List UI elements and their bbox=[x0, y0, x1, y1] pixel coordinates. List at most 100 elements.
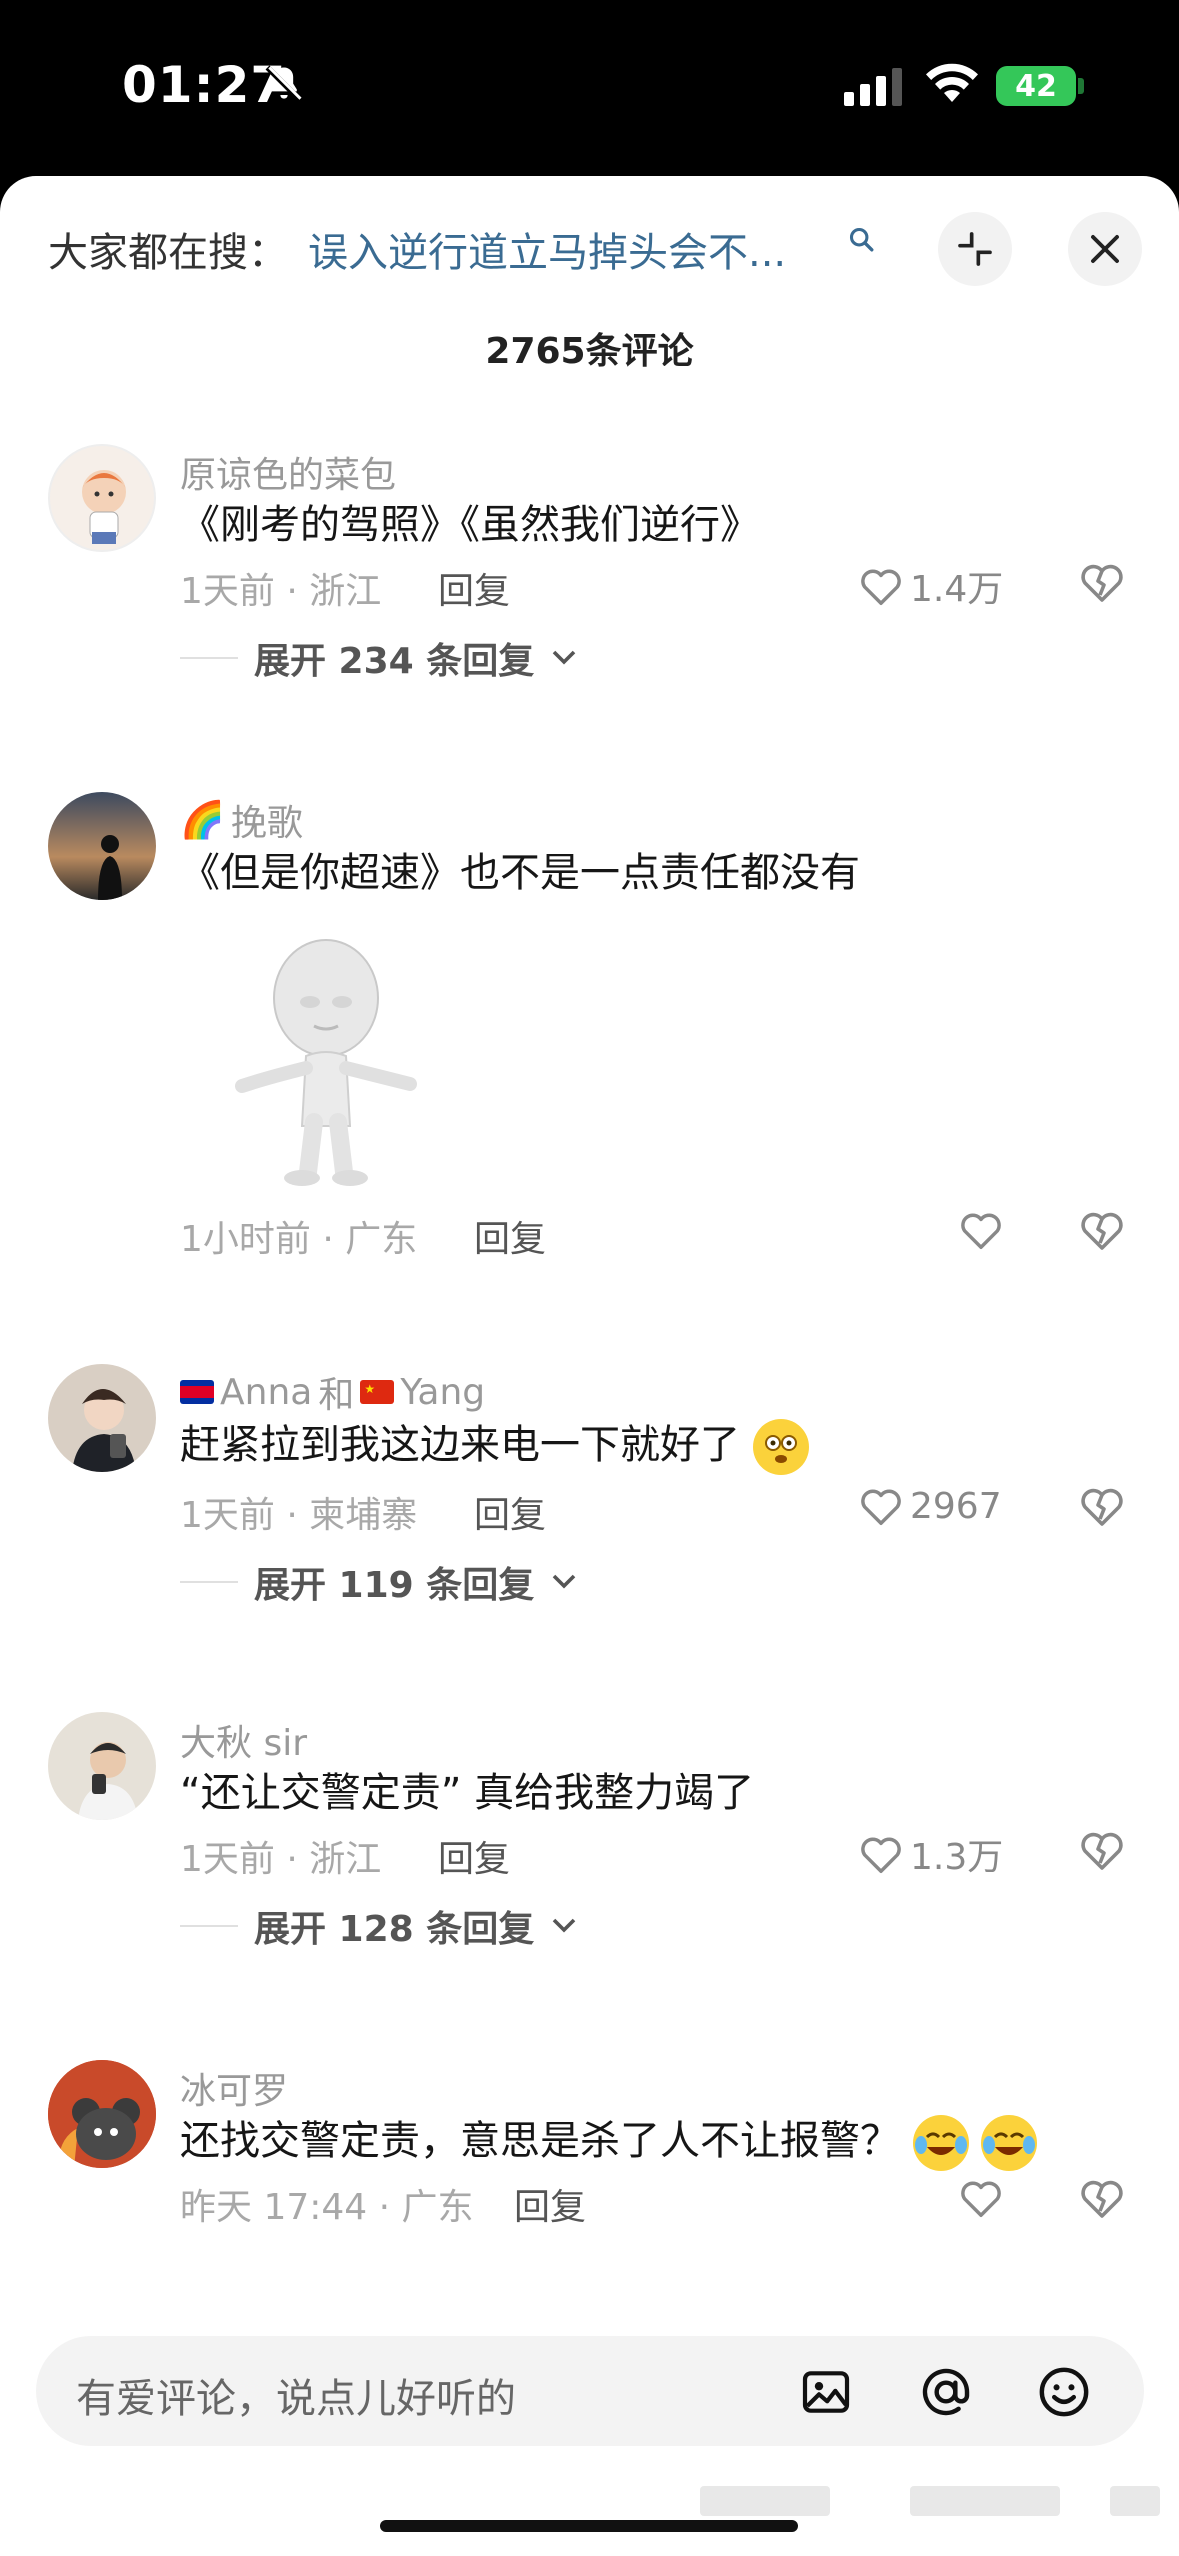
search-suggestion-row[interactable]: 大家都在搜： 误入逆行道立马掉头会不... bbox=[0, 176, 1179, 326]
comment-username[interactable]: Anna 和 ★ Yang bbox=[180, 1366, 485, 1418]
reply-button[interactable]: 回复 bbox=[514, 2178, 586, 2230]
comment-text-body: 赶紧拉到我这边来电一下就好了 bbox=[180, 1422, 740, 1468]
comment-text-body: 还找交警定责，意思是杀了人不让报警？ bbox=[180, 2118, 900, 2164]
watermark-blur bbox=[700, 2486, 830, 2516]
like-count: 1.4万 bbox=[910, 569, 1004, 610]
battery-cap bbox=[1078, 78, 1084, 94]
dislike-broken-heart-icon[interactable] bbox=[1078, 1828, 1126, 1872]
battery-level: 42 bbox=[1015, 68, 1057, 104]
comment-item: 原谅色的菜包 《刚考的驾照》《虽然我们逆行》 1天前 · 浙江 回复 1.4万 … bbox=[0, 436, 1179, 682]
username-text[interactable]: 冰可罗 bbox=[180, 2062, 288, 2114]
comment-text: 《刚考的驾照》《虽然我们逆行》 bbox=[180, 502, 760, 548]
username-text[interactable]: 原谅色的菜包 bbox=[180, 446, 396, 498]
wifi-icon bbox=[926, 63, 978, 102]
comment-meta: 1小时前 · 广东 bbox=[180, 1219, 418, 1260]
username-part2[interactable]: Yang bbox=[400, 1372, 485, 1413]
comment-item: 🌈 挽歌 《但是你超速》也不是一点责任都没有 1小时前 · 广东 回复 bbox=[0, 784, 1179, 1284]
comment-meta: 昨天 17:44 · 广东 bbox=[180, 2187, 474, 2228]
like-button[interactable]: 1.4万 bbox=[858, 560, 1003, 612]
expand-divider bbox=[180, 1581, 238, 1583]
avatar[interactable] bbox=[48, 792, 156, 900]
close-button[interactable] bbox=[1068, 212, 1142, 286]
username-join: 和 bbox=[318, 1375, 355, 1416]
expand-divider bbox=[180, 1925, 238, 1927]
chevron-down-icon bbox=[552, 650, 576, 665]
rainbow-emoji: 🌈 bbox=[180, 800, 225, 841]
expand-replies-label[interactable]: 展开 234 条回复 bbox=[254, 632, 534, 684]
comment-text: 《但是你超速》也不是一点责任都没有 bbox=[180, 850, 860, 896]
avatar-cartoon-mouse bbox=[48, 2060, 156, 2168]
expand-replies-label[interactable]: 展开 119 条回复 bbox=[254, 1556, 534, 1608]
sticker-3d-figure-shrug[interactable] bbox=[196, 922, 456, 1192]
comment-username[interactable]: 大秋 sir bbox=[180, 1714, 307, 1766]
china-flag-icon: ★ bbox=[360, 1380, 395, 1404]
home-indicator[interactable] bbox=[380, 2520, 798, 2532]
reply-button[interactable]: 回复 bbox=[474, 1486, 546, 1538]
cambodia-flag-icon bbox=[180, 1380, 214, 1404]
comment-item: 冰可罗 还找交警定责，意思是杀了人不让报警？ 昨天 17:44 · 广东 回复 bbox=[0, 2052, 1179, 2252]
tears-of-joy-emoji bbox=[912, 2115, 969, 2171]
watermark-blur bbox=[1110, 2486, 1160, 2516]
chevron-down-icon bbox=[552, 1574, 576, 1589]
heart-icon bbox=[861, 1489, 901, 1525]
comment-meta: 1天前 · 柬埔寨 bbox=[180, 1495, 418, 1536]
expand-replies[interactable]: 展开 119 条回复 bbox=[180, 1556, 578, 1608]
comment-username[interactable]: 冰可罗 bbox=[180, 2062, 288, 2114]
avatar[interactable] bbox=[48, 444, 156, 552]
heart-icon bbox=[961, 1213, 1001, 1249]
username-text[interactable]: 大秋 sir bbox=[180, 1714, 307, 1766]
image-icon[interactable] bbox=[798, 2364, 854, 2420]
heart-icon bbox=[961, 2181, 1001, 2217]
comment-item: Anna 和 ★ Yang 赶紧拉到我这边来电一下就好了 1天前 · 柬埔寨 回… bbox=[0, 1356, 1179, 1606]
comment-input-bar[interactable]: 有爱评论，说点儿好听的 bbox=[36, 2336, 1144, 2446]
avatar-cartoon-girl bbox=[82, 470, 126, 544]
like-button[interactable] bbox=[958, 1208, 1010, 1252]
heart-icon bbox=[861, 569, 901, 605]
username-part1[interactable]: Anna bbox=[220, 1372, 312, 1413]
dizzy-face-emoji bbox=[752, 1419, 809, 1475]
search-prefix-label: 大家都在搜： bbox=[48, 230, 288, 276]
expand-divider bbox=[180, 657, 238, 659]
dislike-broken-heart-icon[interactable] bbox=[1078, 1208, 1126, 1252]
watermark-blur bbox=[910, 2486, 1060, 2516]
comment-count: 2765条评论 bbox=[485, 331, 694, 372]
dislike-broken-heart-icon[interactable] bbox=[1078, 1484, 1126, 1528]
comment-username[interactable]: 原谅色的菜包 bbox=[180, 446, 396, 498]
mention-at-icon[interactable] bbox=[918, 2364, 974, 2420]
comment-text: 赶紧拉到我这边来电一下就好了 bbox=[180, 1412, 809, 1475]
like-button[interactable]: 2967 bbox=[858, 1484, 1002, 1528]
heart-icon bbox=[861, 1837, 901, 1873]
avatar-man-selfie bbox=[78, 1742, 138, 1820]
reply-button[interactable]: 回复 bbox=[438, 562, 510, 614]
comment-meta: 1天前 · 浙江 bbox=[180, 571, 382, 612]
avatar[interactable] bbox=[48, 2060, 156, 2168]
like-count: 1.3万 bbox=[910, 1837, 1004, 1878]
comment-username[interactable]: 🌈 挽歌 bbox=[180, 794, 303, 846]
dislike-broken-heart-icon[interactable] bbox=[1078, 2176, 1126, 2220]
search-icon[interactable] bbox=[848, 226, 876, 254]
chevron-down-icon bbox=[552, 1918, 576, 1933]
expand-replies-label[interactable]: 展开 128 条回复 bbox=[254, 1900, 534, 1952]
like-button[interactable] bbox=[958, 2176, 1010, 2220]
bell-muted-icon bbox=[265, 65, 303, 103]
expand-replies[interactable]: 展开 128 条回复 bbox=[180, 1900, 578, 1952]
like-button[interactable]: 1.3万 bbox=[858, 1828, 1003, 1880]
emoji-smile-icon[interactable] bbox=[1036, 2364, 1092, 2420]
tears-of-joy-emoji bbox=[981, 2115, 1038, 2171]
reply-button[interactable]: 回复 bbox=[438, 1830, 510, 1882]
reply-button[interactable]: 回复 bbox=[474, 1210, 546, 1262]
comment-item: 大秋 sir “还让交警定责” 真给我整力竭了 1天前 · 浙江 回复 1.3万… bbox=[0, 1704, 1179, 1950]
collapse-button[interactable] bbox=[938, 212, 1012, 286]
username-text[interactable]: 挽歌 bbox=[231, 794, 303, 846]
avatar[interactable] bbox=[48, 1712, 156, 1820]
search-suggestion-link[interactable]: 误入逆行道立马掉头会不... bbox=[308, 220, 786, 278]
avatar-silhouette bbox=[98, 835, 122, 900]
comment-input-placeholder[interactable]: 有爱评论，说点儿好听的 bbox=[76, 2366, 516, 2424]
collapse-icon bbox=[958, 232, 992, 266]
like-count: 2967 bbox=[910, 1485, 1002, 1527]
comments-sheet: 大家都在搜： 误入逆行道立马掉头会不... 2765条评论 原谅色的菜包 《刚考… bbox=[0, 176, 1179, 2556]
comment-text: “还让交警定责” 真给我整力竭了 bbox=[180, 1770, 755, 1816]
expand-replies[interactable]: 展开 234 条回复 bbox=[180, 632, 578, 684]
dislike-broken-heart-icon[interactable] bbox=[1078, 560, 1126, 604]
avatar[interactable] bbox=[48, 1364, 156, 1472]
